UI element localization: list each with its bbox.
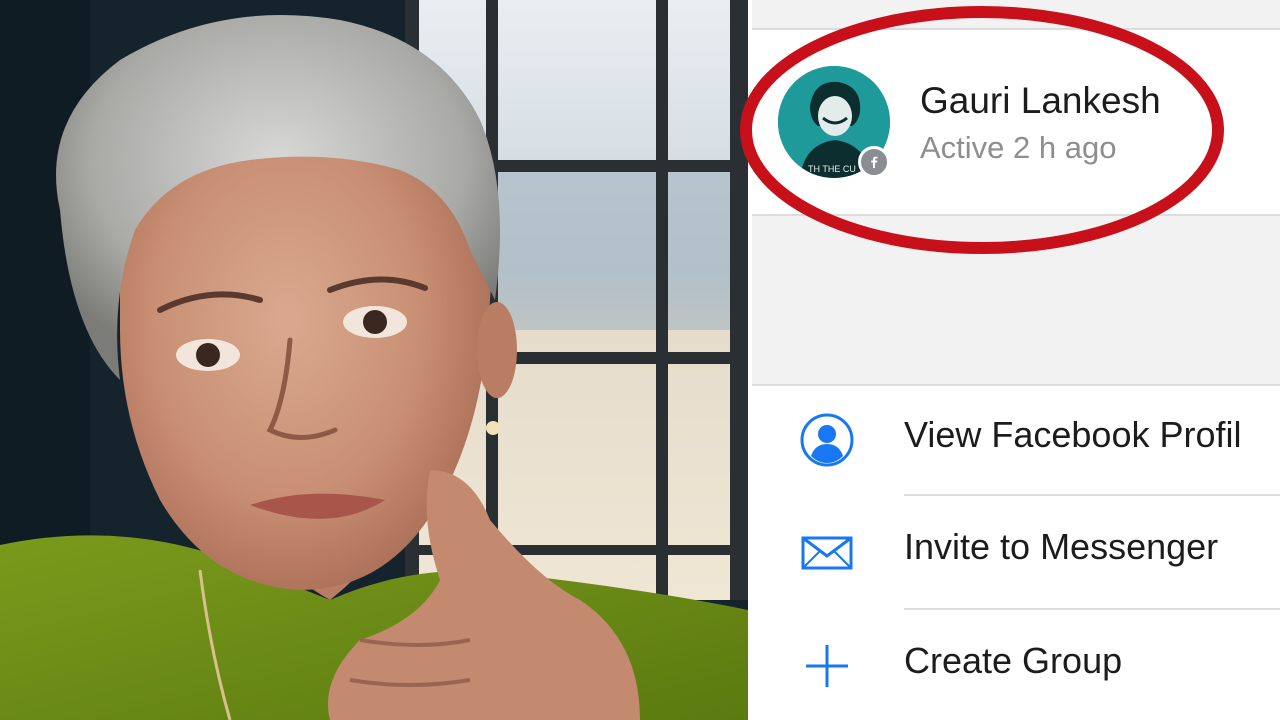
portrait-illustration (0, 0, 748, 720)
contact-name: Gauri Lankesh (920, 80, 1161, 121)
person-circle-icon (800, 413, 854, 467)
menu-item-label: View Facebook Profil (904, 414, 1242, 455)
facebook-icon (858, 146, 890, 178)
active-status: Active 2 h ago (920, 130, 1117, 165)
top-strip (752, 0, 1280, 30)
envelope-icon (801, 536, 853, 570)
portrait-photo (0, 0, 748, 720)
messenger-contact-panel: TH THE CU Gauri Lankesh Active 2 h ago V… (752, 0, 1280, 720)
view-facebook-profile-item[interactable]: View Facebook Profil (752, 384, 1280, 496)
screenshot-frame: TH THE CU Gauri Lankesh Active 2 h ago V… (0, 0, 1280, 720)
section-gap (752, 214, 1280, 386)
invite-to-messenger-item[interactable]: Invite to Messenger (752, 496, 1280, 608)
create-group-item[interactable]: Create Group (752, 610, 1280, 720)
contact-profile-row[interactable]: TH THE CU Gauri Lankesh Active 2 h ago (752, 30, 1280, 214)
plus-icon (806, 645, 848, 687)
avatar-caption: TH THE CU (808, 164, 856, 174)
menu-item-label: Invite to Messenger (904, 526, 1219, 567)
menu-item-label: Create Group (904, 640, 1123, 681)
